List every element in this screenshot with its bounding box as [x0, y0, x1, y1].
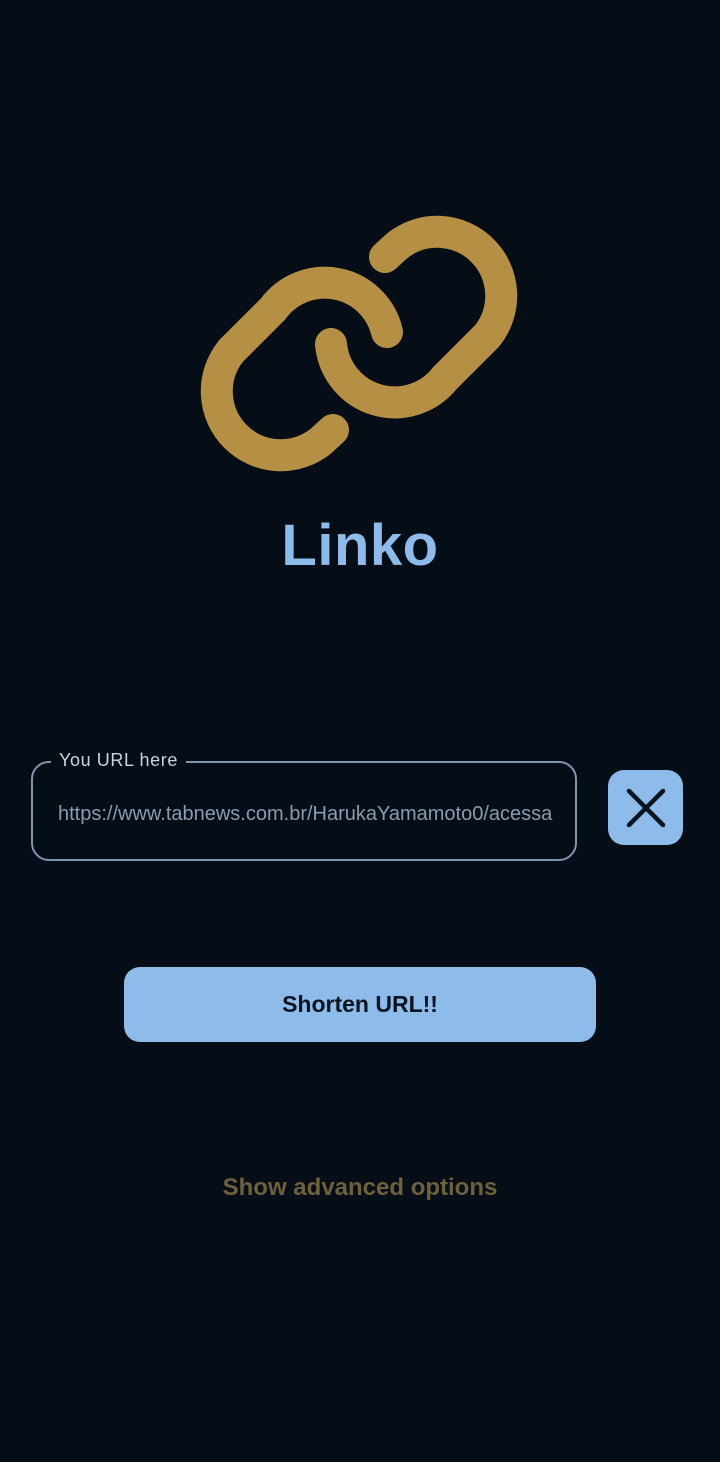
url-input[interactable]	[58, 796, 558, 832]
url-field-label: You URL here	[51, 748, 186, 772]
link-icon	[200, 215, 518, 472]
clear-button[interactable]	[608, 770, 683, 845]
app-title: Linko	[281, 513, 439, 578]
shorten-url-button[interactable]: Shorten URL!!	[124, 967, 596, 1042]
close-icon	[626, 788, 665, 827]
show-advanced-options-link[interactable]: Show advanced options	[0, 1174, 720, 1202]
app-screen: Linko You URL here Shorten URL!! Show ad…	[0, 0, 720, 1462]
